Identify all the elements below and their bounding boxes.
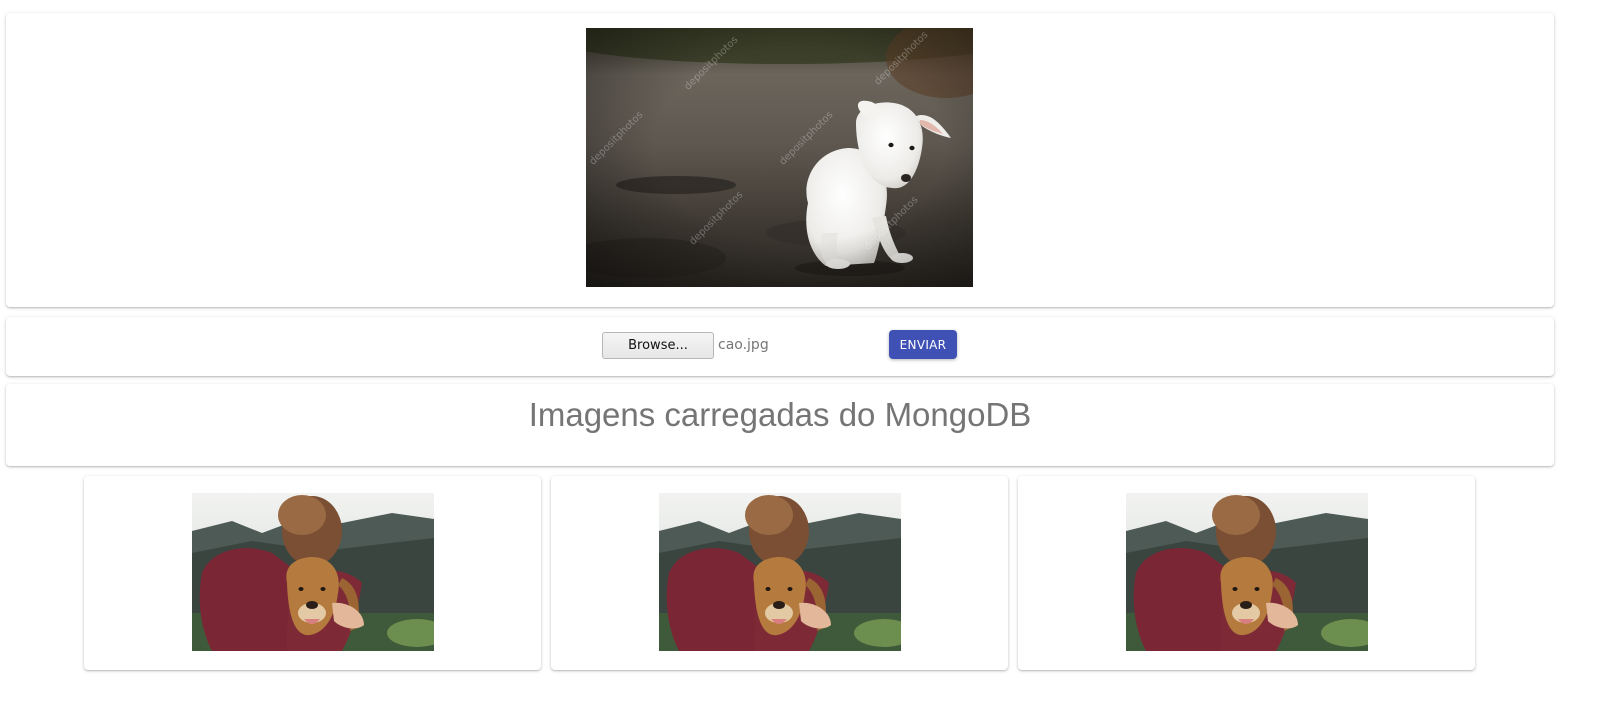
upload-form: Browse... cao.jpg ENVIAR	[6, 317, 1554, 376]
preview-card: depositphotos depositphotos depositphoto…	[6, 13, 1554, 307]
selected-file-name: cao.jpg	[718, 337, 769, 353]
gallery-card	[1018, 476, 1475, 670]
gallery-card	[84, 476, 541, 670]
gallery-image	[659, 493, 901, 651]
gallery-image	[192, 493, 434, 651]
heading-card: Imagens carregadas do MongoDB	[6, 384, 1554, 466]
submit-button[interactable]: ENVIAR	[889, 330, 957, 359]
gallery-image	[1126, 493, 1368, 651]
preview-image: depositphotos depositphotos depositphoto…	[586, 28, 973, 287]
browse-button[interactable]: Browse...	[602, 332, 714, 359]
gallery-card	[551, 476, 1008, 670]
page-title: Imagens carregadas do MongoDB	[528, 396, 1032, 433]
